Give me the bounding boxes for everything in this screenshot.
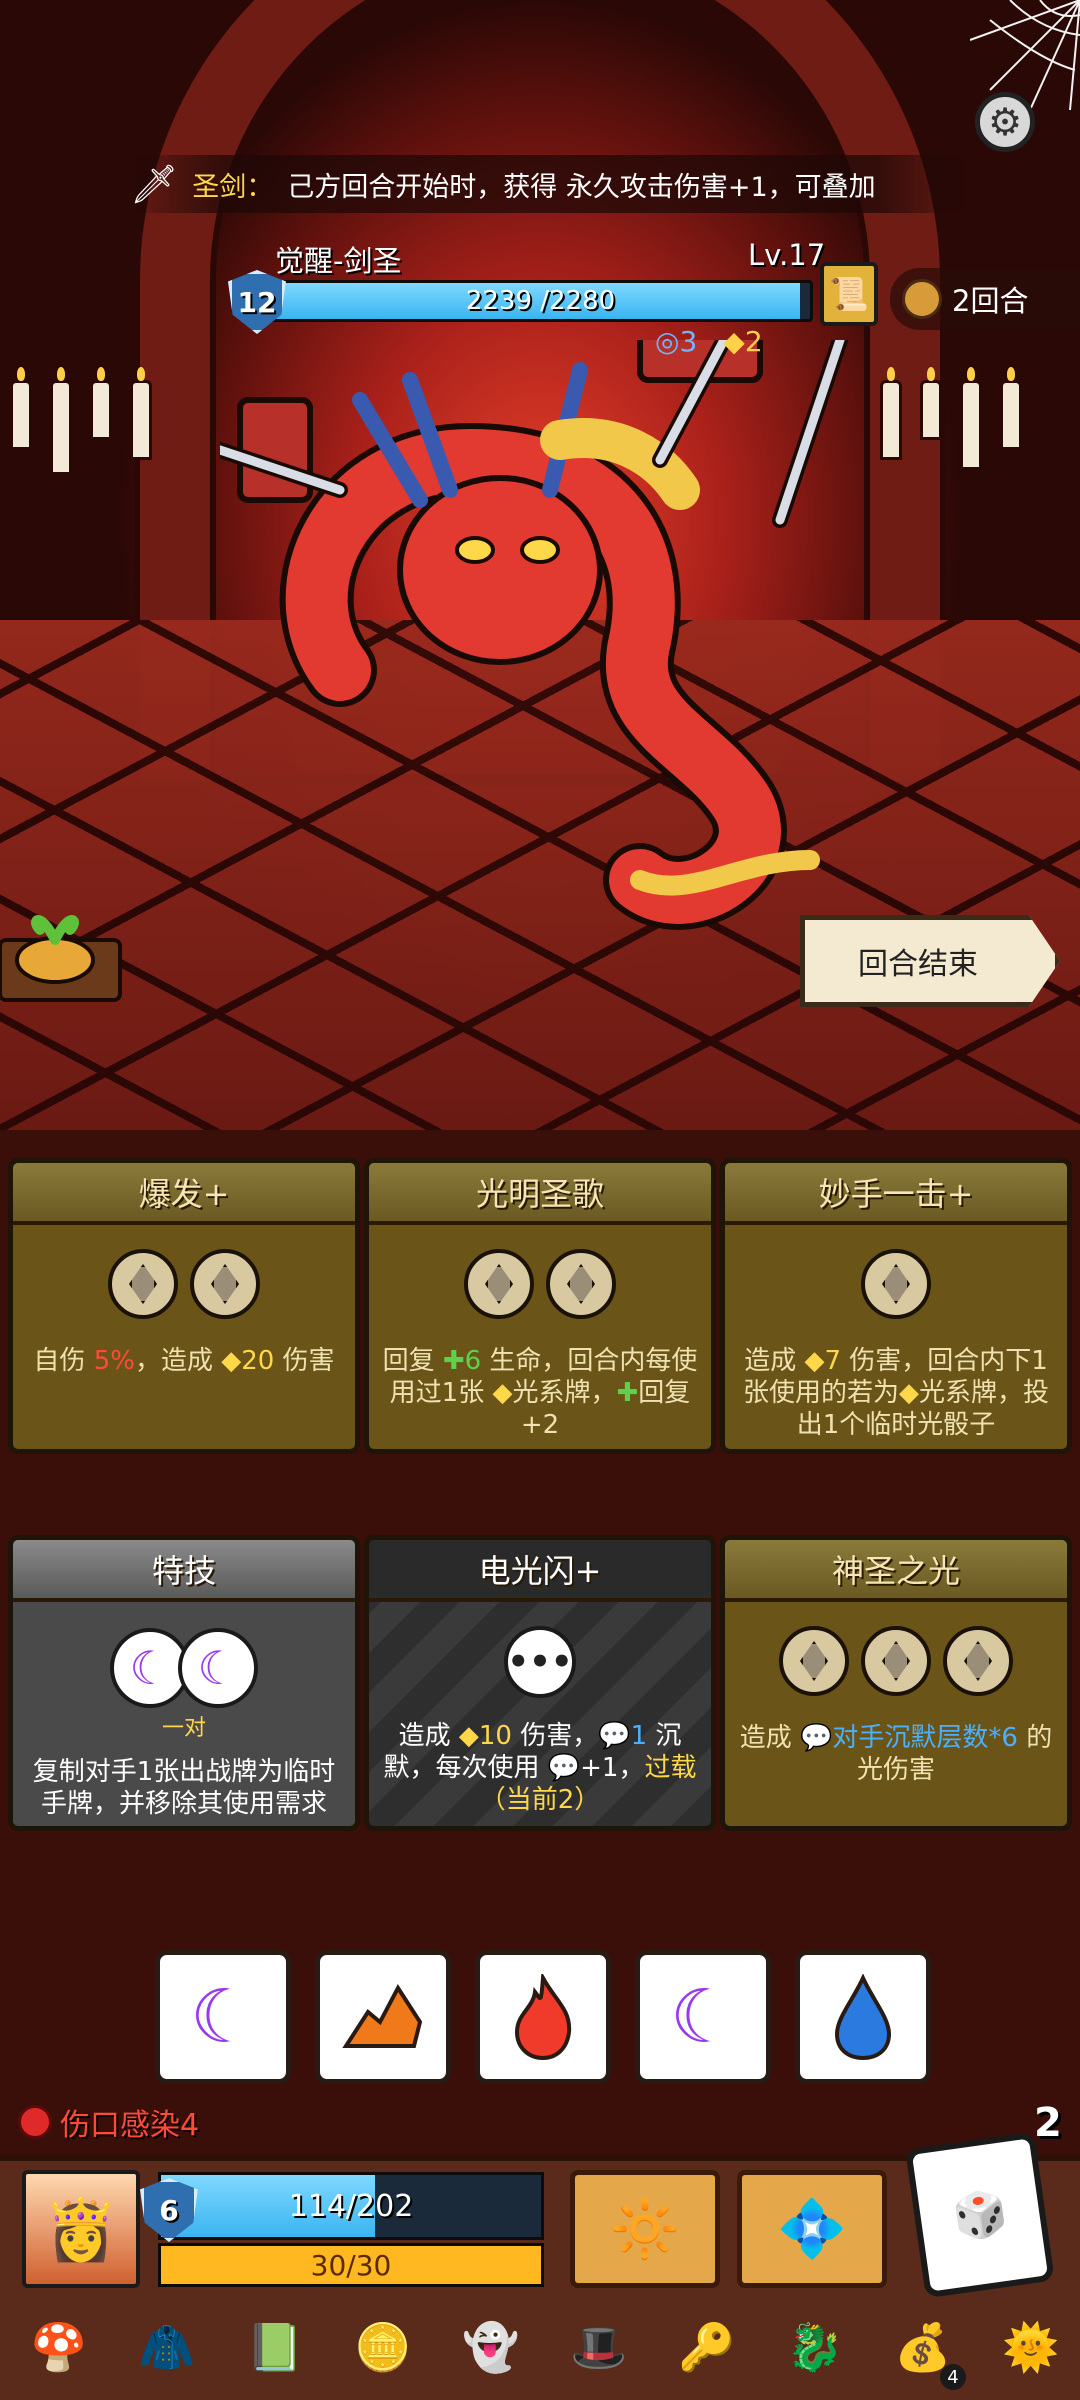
enemy-level: Lv.17 bbox=[748, 238, 826, 272]
reroll-dice-button[interactable]: 🎲 bbox=[905, 2131, 1055, 2299]
moon-die-icon[interactable]: ☾ bbox=[635, 1950, 771, 2084]
card-description: 自伤 5%，造成 ◆20 伤害 bbox=[33, 1346, 335, 1376]
inventory-items-row: 🍄 🧥 📗 🪙 👻 🎩 🔑 🐉 💰 4 🌞 bbox=[20, 2308, 1070, 2390]
coin-item-icon[interactable]: 🪙 bbox=[344, 2308, 422, 2386]
settings-gear-icon[interactable]: ⚙ bbox=[975, 92, 1035, 152]
enemy-status-effects: ◎3 ◆2 bbox=[655, 325, 763, 358]
dice-slot-icon[interactable] bbox=[861, 1249, 931, 1319]
mushroom-item-icon[interactable]: 🍄 bbox=[20, 2308, 98, 2386]
earth-die-icon[interactable] bbox=[315, 1950, 451, 2084]
candles-right bbox=[880, 380, 1022, 500]
silence-status[interactable]: ◎3 bbox=[655, 325, 697, 358]
card-description: 回复 ✚6 生命，回合内每使用过1张 ◆光系牌，✚回复+2 bbox=[382, 1346, 698, 1440]
water-skull-relic-icon[interactable]: 💠 bbox=[737, 2170, 887, 2288]
water-icon bbox=[834, 1974, 892, 2060]
card-description: 造成 💬对手沉默层数*6 的光伤害 bbox=[739, 1723, 1053, 1785]
dice-slot-icon[interactable] bbox=[943, 1626, 1013, 1696]
player-hp-bar: 114/202 bbox=[158, 2172, 544, 2240]
dragon-samurai-enemy[interactable] bbox=[220, 340, 860, 960]
item-count-badge: 4 bbox=[940, 2364, 966, 2390]
card-title: 光明圣歌 bbox=[369, 1163, 711, 1225]
water-die-icon[interactable] bbox=[795, 1950, 931, 2084]
moon-dice-pair: ☾ ☾ bbox=[23, 1628, 345, 1708]
hourglass-icon bbox=[902, 279, 942, 319]
dice-slot-icon[interactable] bbox=[779, 1626, 849, 1696]
reroll-count: 2 bbox=[1034, 2100, 1062, 2146]
enemy-intent-scroll-icon[interactable]: 📜 bbox=[820, 262, 878, 326]
fire-orb-relic-icon[interactable]: 🔆 bbox=[570, 2170, 720, 2288]
card-dice-slots bbox=[735, 1626, 1057, 1696]
wound-infection-status[interactable]: 伤口感染4 bbox=[18, 2100, 199, 2144]
any-dice-slot-icon[interactable]: ••• bbox=[504, 1626, 576, 1698]
player-energy-bar: 30/30 bbox=[158, 2243, 544, 2287]
key-item-icon[interactable]: 🔑 bbox=[668, 2308, 746, 2386]
buff-label: 圣剑： bbox=[192, 171, 274, 203]
fire-icon bbox=[514, 1974, 572, 2060]
dice-slot-icon[interactable] bbox=[861, 1626, 931, 1696]
silence-count: 3 bbox=[679, 325, 698, 358]
enemy-hp-text: 2239 /2280 bbox=[465, 286, 616, 316]
card-title: 神圣之光 bbox=[725, 1540, 1067, 1602]
sun-mask-item-icon[interactable]: 🌞 bbox=[992, 2308, 1070, 2386]
player-hp-text: 114/202 bbox=[288, 2188, 414, 2224]
moon-die-icon[interactable]: ☾ bbox=[155, 1950, 291, 2084]
rolled-dice-row: ☾ ☾ bbox=[155, 1950, 931, 2084]
card-holy-light[interactable]: 神圣之光 造成 💬对手沉默层数*6 的光伤害 bbox=[720, 1535, 1072, 1831]
wound-icon bbox=[18, 2105, 52, 2139]
card-dice-slots bbox=[379, 1249, 701, 1319]
dragon-item-icon[interactable]: 🐉 bbox=[776, 2308, 854, 2386]
candles-left bbox=[10, 380, 152, 500]
card-burst[interactable]: 爆发+ 自伤 5%，造成 ◆20 伤害 bbox=[8, 1158, 360, 1454]
bag-item-icon[interactable]: 💰 4 bbox=[884, 2308, 966, 2390]
pair-label: 一对 bbox=[161, 1716, 206, 1741]
dice-slot-icon[interactable] bbox=[464, 1249, 534, 1319]
card-deft-strike[interactable]: 妙手一击+ 造成 ◆7 伤害，回合内下1张使用的若为◆光系牌，投出1个临时光骰子 bbox=[720, 1158, 1072, 1454]
hood-item-icon[interactable]: 🧥 bbox=[128, 2308, 206, 2386]
moon-icon[interactable]: ☾ bbox=[178, 1628, 258, 1708]
earth-icon bbox=[342, 1984, 423, 2048]
enemy-hp-bar: 2239 /2280 bbox=[268, 280, 813, 322]
player-avatar[interactable]: 👸 bbox=[22, 2170, 140, 2288]
card-description: 造成 ◆7 伤害，回合内下1张使用的若为◆光系牌，投出1个临时光骰子 bbox=[742, 1346, 1050, 1440]
light-count: 2 bbox=[744, 325, 763, 358]
dice-slot-icon[interactable] bbox=[190, 1249, 260, 1319]
card-title: 电光闪+ bbox=[369, 1540, 711, 1602]
spider-web-decoration bbox=[970, 0, 1080, 110]
scroll-item-icon[interactable]: 📗 bbox=[236, 2308, 314, 2386]
card-lightning-flash[interactable]: 电光闪+ ••• 造成 ◆10 伤害，💬1 沉默，每次使用 💬+1，过载（当前2… bbox=[364, 1535, 716, 1831]
card-special-skill[interactable]: 特技 ☾ ☾ 一对 复制对手1张出战牌为临时手牌，并移除其使用需求 bbox=[8, 1535, 360, 1831]
card-title: 爆发+ bbox=[13, 1163, 355, 1225]
fire-die-icon[interactable] bbox=[475, 1950, 611, 2084]
card-title: 特技 bbox=[13, 1540, 355, 1602]
card-description: 造成 ◆10 伤害，💬1 沉默，每次使用 💬+1，过载（当前2） bbox=[383, 1721, 697, 1815]
ghost-item-icon[interactable]: 👻 bbox=[452, 2308, 530, 2386]
card-holy-hymn[interactable]: 光明圣歌 回复 ✚6 生命，回合内每使用过1张 ◆光系牌，✚回复+2 bbox=[364, 1158, 716, 1454]
turn-counter: 2回合 bbox=[890, 268, 1080, 330]
card-dice-slots bbox=[735, 1249, 1057, 1319]
holy-sword-icon: 🗡 bbox=[130, 161, 179, 206]
end-turn-button[interactable]: 回合结束 bbox=[800, 915, 1060, 1007]
buff-description: 己方回合开始时，获得 永久攻击伤害+1，可叠加 bbox=[287, 171, 876, 203]
card-description: 复制对手1张出战牌为临时手牌，并移除其使用需求 bbox=[32, 1757, 336, 1819]
dice-slot-icon[interactable] bbox=[108, 1249, 178, 1319]
card-dice-slots bbox=[23, 1249, 345, 1319]
light-status[interactable]: ◆2 bbox=[723, 325, 762, 358]
enemy-name: 觉醒-剑圣 bbox=[275, 244, 402, 278]
purple-hat-item-icon[interactable]: 🎩 bbox=[560, 2308, 638, 2386]
wound-text: 伤口感染4 bbox=[60, 2108, 200, 2143]
herb-pot-relic-icon[interactable] bbox=[0, 900, 130, 1010]
card-title: 妙手一击+ bbox=[725, 1163, 1067, 1225]
turn-text: 2回合 bbox=[952, 284, 1029, 318]
enemy-buff-banner: 🗡 圣剑： 己方回合开始时，获得 永久攻击伤害+1，可叠加 bbox=[120, 155, 980, 213]
dice-slot-icon[interactable] bbox=[546, 1249, 616, 1319]
